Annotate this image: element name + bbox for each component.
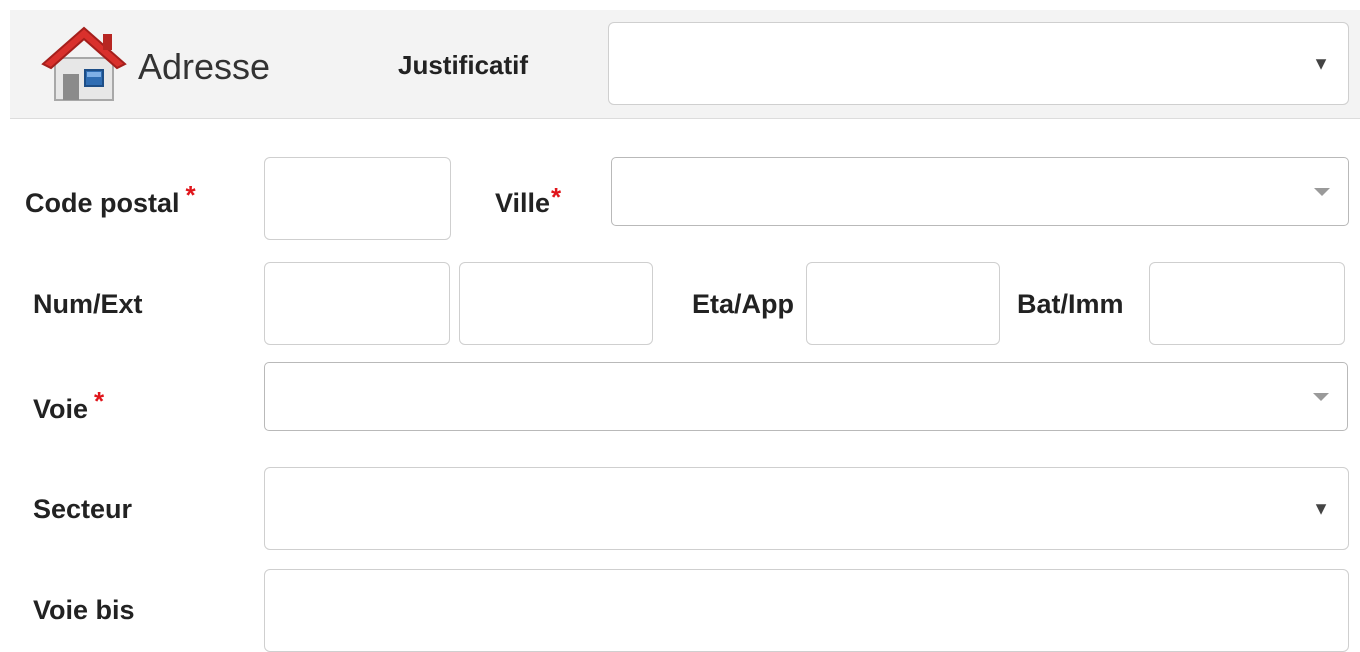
justificatif-select[interactable]: ▼ (608, 22, 1349, 105)
voie-bis-input[interactable] (264, 569, 1349, 652)
ville-label: Ville* (495, 182, 562, 218)
chevron-down-icon (1313, 392, 1329, 401)
page-title: Adresse (138, 46, 271, 87)
secteur-select[interactable]: ▼ (264, 467, 1349, 550)
chevron-down-icon: ▼ (1312, 498, 1330, 518)
num-input[interactable] (264, 262, 450, 345)
ext-input[interactable] (459, 262, 653, 345)
section-header: Adresse Justificatif ▼ (10, 10, 1360, 119)
code-postal-input[interactable] (264, 157, 451, 240)
code-postal-label: Code postal * (25, 180, 196, 218)
secteur-label: Secteur (33, 494, 133, 524)
required-asterisk: * (185, 180, 196, 210)
justificatif-label: Justificatif (398, 50, 529, 80)
voie-bis-label: Voie bis (33, 595, 135, 625)
voie-select[interactable] (264, 362, 1348, 431)
eta-app-input[interactable] (806, 262, 1000, 345)
ville-select[interactable] (611, 157, 1349, 226)
chevron-down-icon: ▼ (1312, 53, 1330, 73)
eta-app-label: Eta/App (692, 289, 795, 319)
num-ext-label: Num/Ext (33, 289, 143, 319)
home-icon (41, 26, 127, 101)
chevron-down-icon (1314, 187, 1330, 196)
required-asterisk: * (94, 386, 105, 416)
voie-label: Voie * (33, 386, 105, 424)
bat-imm-input[interactable] (1149, 262, 1345, 345)
bat-imm-label: Bat/Imm (1017, 289, 1124, 319)
required-asterisk: * (551, 182, 562, 212)
